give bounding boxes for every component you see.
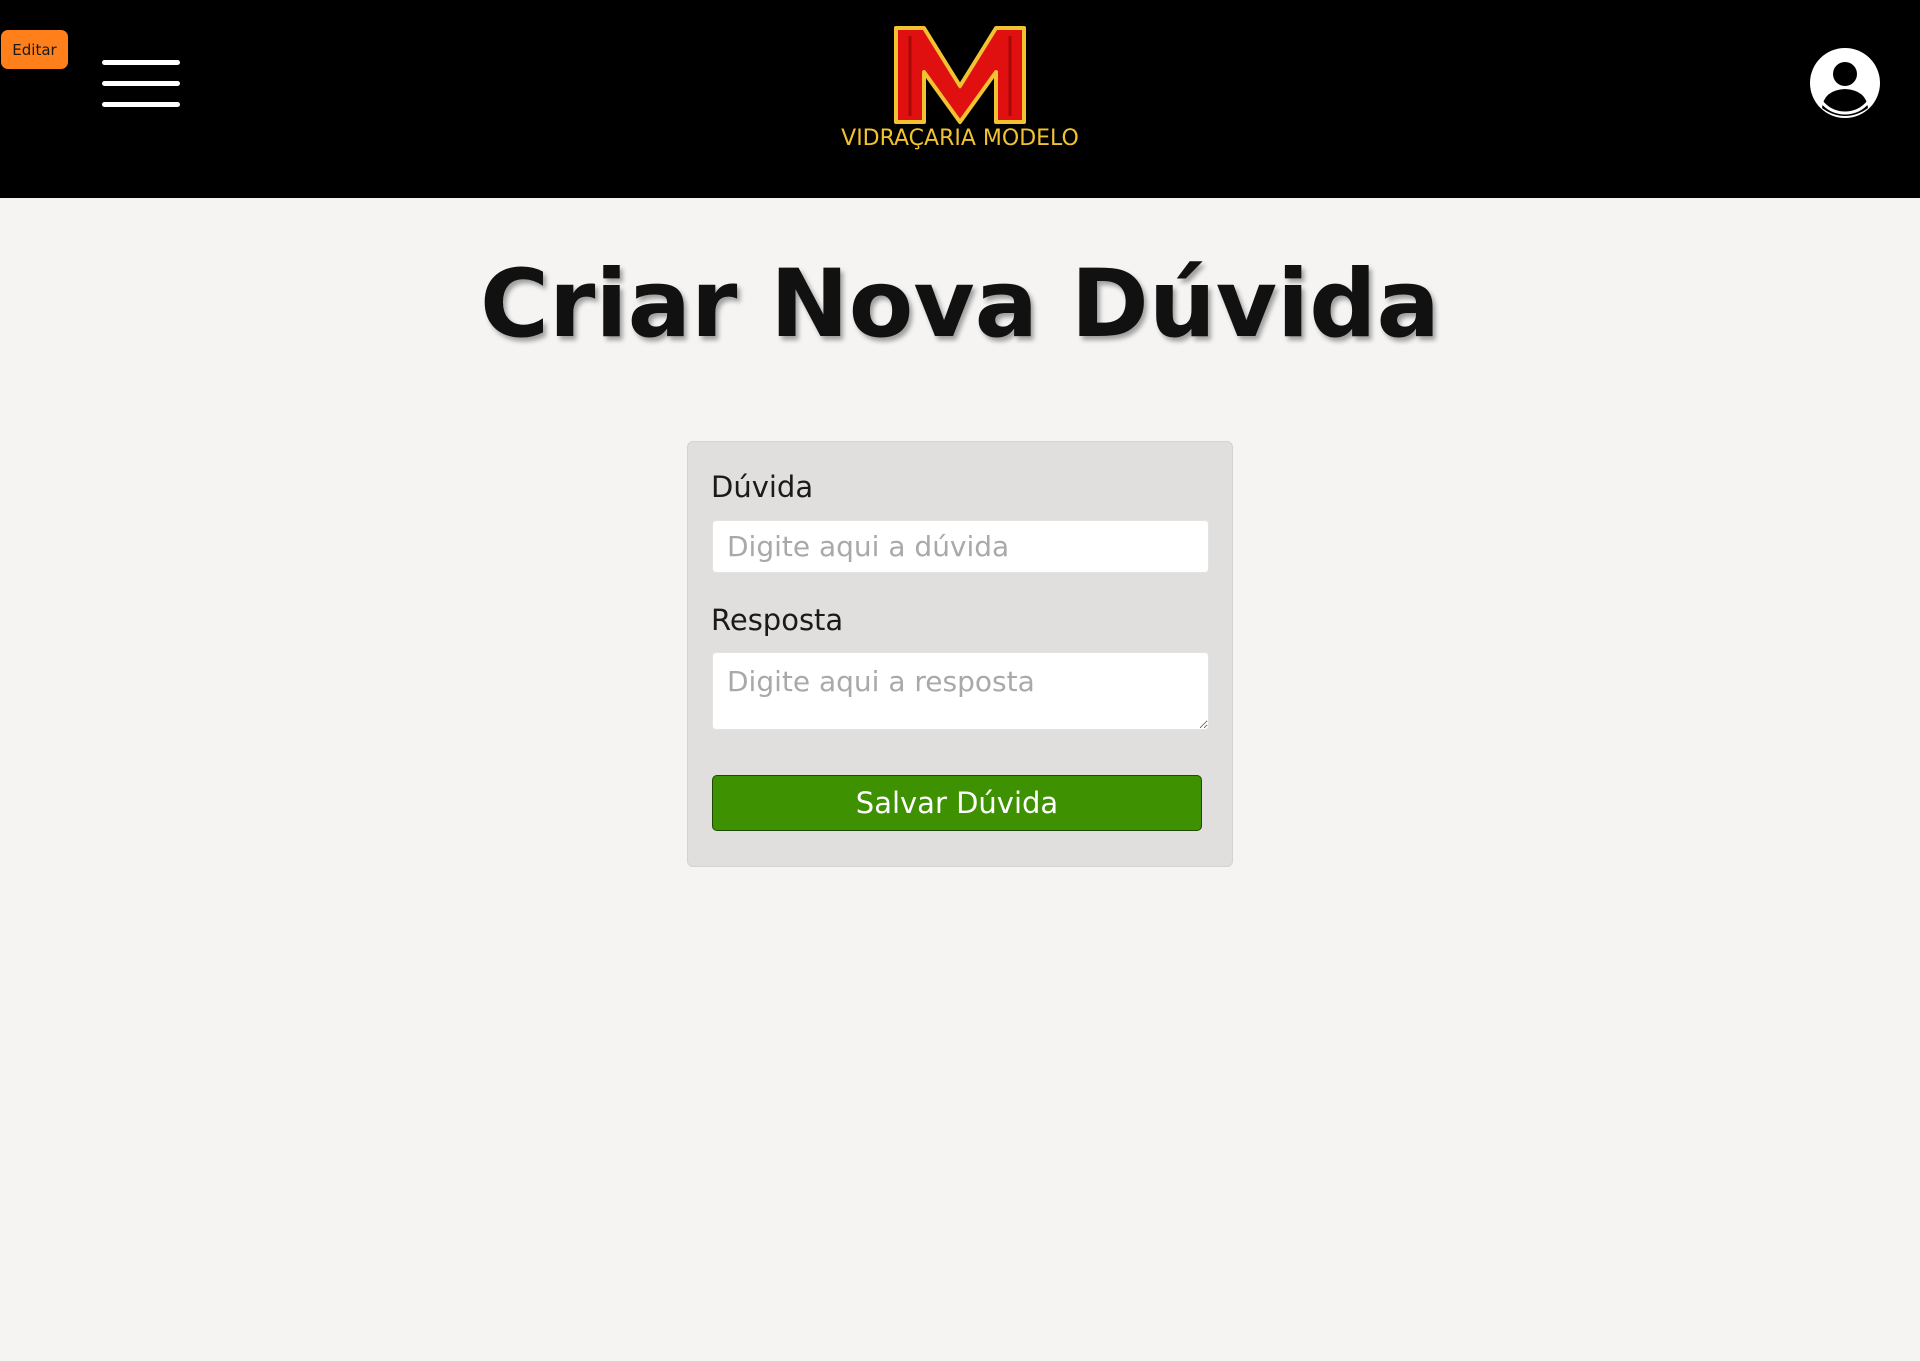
resposta-textarea[interactable] (712, 652, 1209, 730)
logo-text: VIDRAÇARIA MODELO (841, 126, 1079, 151)
new-question-form: Dúvida Resposta Salvar Dúvida (687, 441, 1233, 867)
save-question-button[interactable]: Salvar Dúvida (712, 775, 1202, 831)
user-avatar-icon[interactable] (1808, 46, 1882, 120)
menu-line (102, 81, 180, 86)
edit-button[interactable]: Editar (1, 30, 68, 69)
top-header: Editar VIDRAÇARIA MODELO (0, 0, 1920, 198)
resposta-label: Resposta (711, 603, 844, 637)
duvida-label: Dúvida (711, 470, 814, 504)
brand-logo[interactable]: VIDRAÇARIA MODELO (820, 20, 1100, 160)
hamburger-menu-icon[interactable] (102, 58, 180, 110)
menu-line (102, 60, 180, 65)
duvida-input[interactable] (712, 520, 1209, 573)
page-title: Criar Nova Dúvida (480, 250, 1440, 359)
logo-m-mark (894, 26, 1026, 124)
menu-line (102, 102, 180, 107)
